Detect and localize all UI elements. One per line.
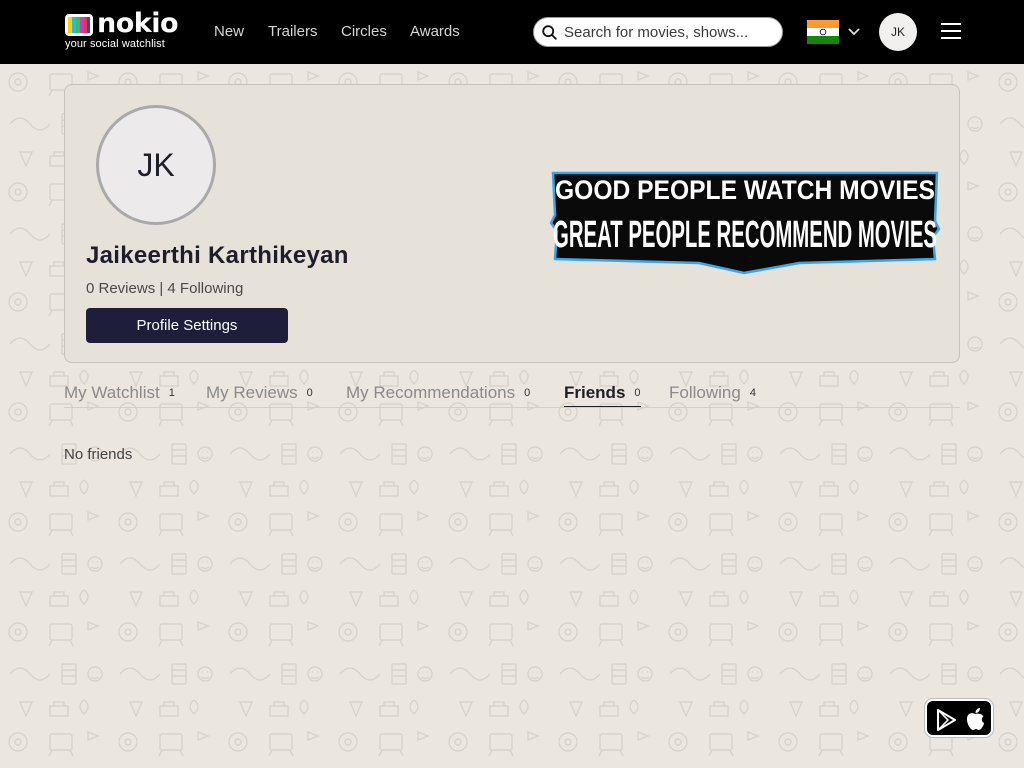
tab-count: 1	[168, 387, 175, 399]
profile-name: Jaikeerthi Karthikeyan	[86, 242, 349, 269]
profile-tabs: My Watchlist 1 My Reviews 0 My Recommendat…	[64, 380, 960, 408]
tab-label: My Reviews	[206, 383, 298, 402]
search-input[interactable]	[564, 21, 774, 43]
apple-icon[interactable]	[965, 707, 985, 731]
menu-icon[interactable]	[941, 22, 961, 40]
nav-link-awards[interactable]: Awards	[410, 23, 460, 40]
profile-stats: 0 Reviews | 4 Following	[86, 280, 244, 297]
chevron-down-icon[interactable]	[848, 27, 860, 37]
nav-link-trailers[interactable]: Trailers	[268, 23, 317, 40]
profile-avatar: JK	[96, 105, 216, 225]
profile-settings-button[interactable]: Profile Settings	[86, 308, 288, 343]
tab-count: 0	[634, 387, 641, 399]
tab-label: Following	[669, 383, 741, 402]
empty-friends-message: No friends	[64, 446, 133, 463]
india-flag-icon[interactable]	[807, 20, 839, 44]
tab-label: My Recommendations	[346, 383, 516, 402]
app-download-badge[interactable]	[925, 699, 993, 737]
tv-logo-icon	[65, 14, 93, 36]
search-icon	[542, 25, 557, 40]
movies-banner: GOOD PEOPLE WATCH MOVIES GREAT PEOPLE RE…	[549, 171, 941, 275]
tabs-divider	[64, 407, 960, 408]
top-nav: nokio your social watchlist New Trailers…	[0, 0, 1024, 64]
tab-my-watchlist[interactable]: My Watchlist 1	[64, 383, 175, 408]
tab-count: 0	[306, 387, 313, 399]
tab-count: 4	[749, 387, 756, 399]
search-box	[533, 17, 783, 47]
tab-friends[interactable]: Friends 0	[564, 383, 641, 408]
tab-my-recommendations[interactable]: My Recommendations 0	[346, 383, 530, 408]
brand-tagline: your social watchlist	[65, 38, 165, 50]
banner-line-1: GOOD PEOPLE WATCH MOVIES	[555, 175, 935, 205]
nokio-logo[interactable]: nokio your social watchlist	[64, 8, 179, 52]
google-play-icon[interactable]	[935, 709, 957, 731]
profile-card: JK Jaikeerthi Karthikeyan 0 Reviews | 4 …	[64, 84, 960, 363]
tab-my-reviews[interactable]: My Reviews 0	[206, 383, 313, 408]
banner-line-2: GREAT PEOPLE RECOMMEND MOVIES	[553, 214, 937, 256]
user-avatar[interactable]: JK	[879, 13, 917, 51]
tab-following[interactable]: Following 4	[669, 383, 756, 408]
nav-link-new[interactable]: New	[214, 23, 244, 40]
tab-label: Friends	[564, 383, 626, 402]
tab-count: 0	[524, 387, 531, 399]
nav-link-circles[interactable]: Circles	[341, 23, 387, 40]
brand-name: nokio	[97, 8, 179, 39]
tab-label: My Watchlist	[64, 383, 160, 402]
